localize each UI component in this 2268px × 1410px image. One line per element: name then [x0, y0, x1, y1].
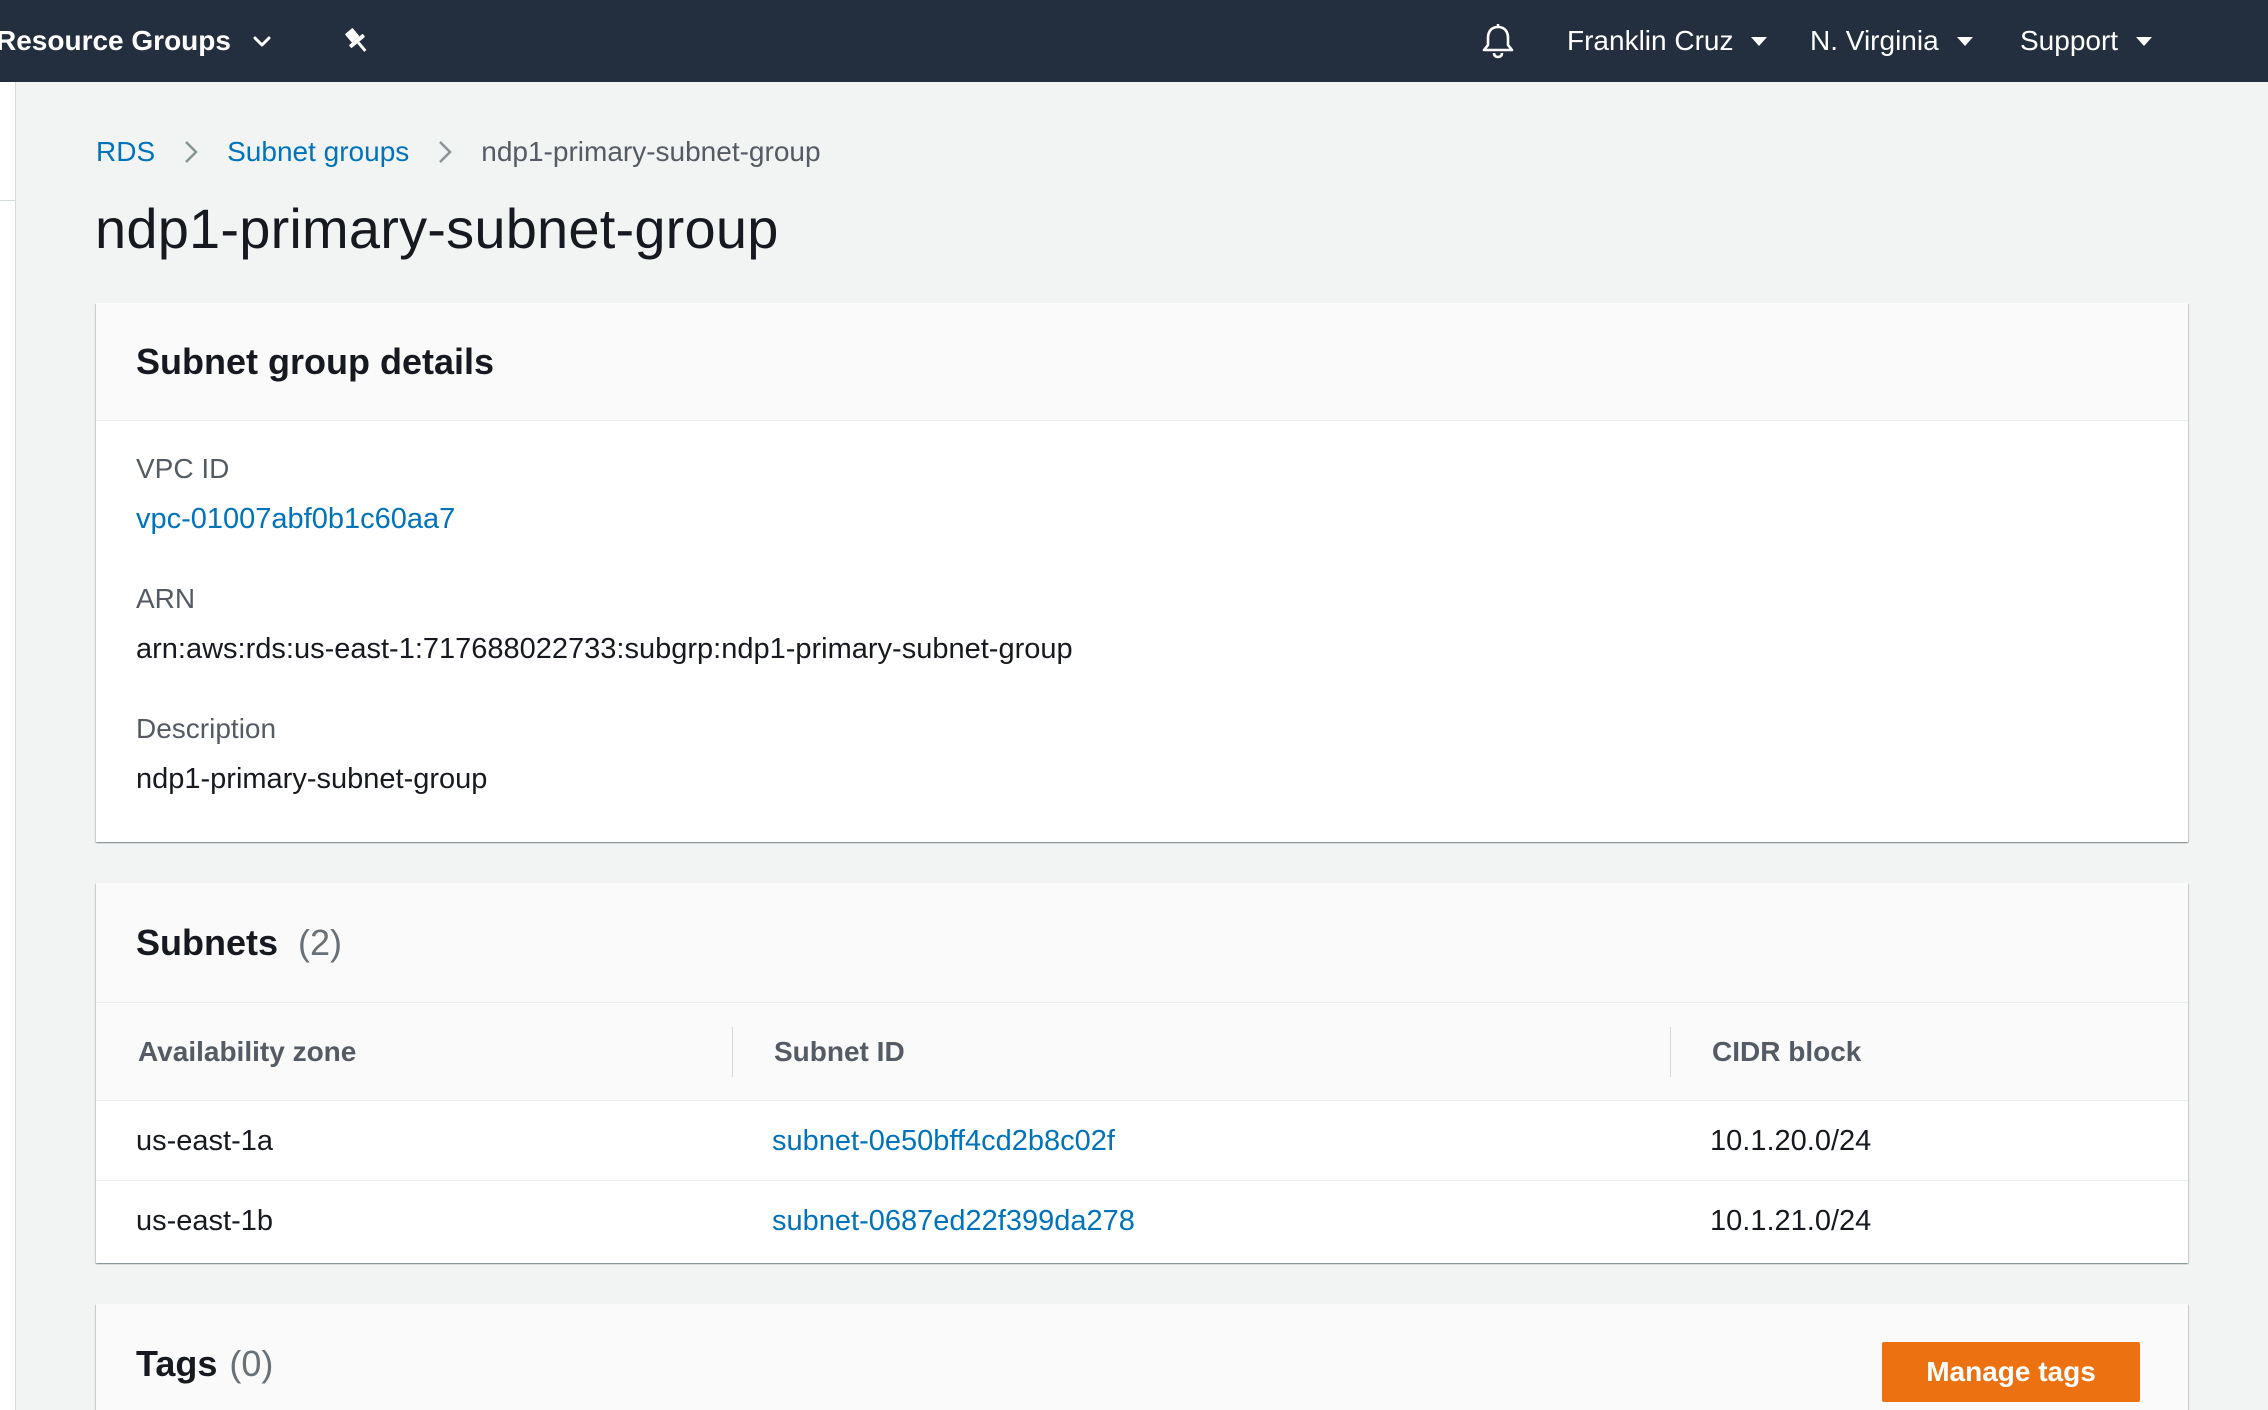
- region-name: N. Virginia: [1810, 25, 1939, 56]
- breadcrumb-rds-link[interactable]: RDS: [96, 136, 155, 168]
- subnets-table: Availability zone Subnet ID CIDR block u…: [96, 1003, 2188, 1261]
- column-header-availability-zone[interactable]: Availability zone: [138, 1003, 356, 1101]
- page-title: ndp1-primary-subnet-group: [95, 197, 779, 260]
- subnets-count: (2): [298, 921, 343, 963]
- column-divider: [732, 1027, 733, 1077]
- chevron-right-icon: [181, 137, 201, 167]
- tags-header: Tags (0): [96, 1304, 2188, 1410]
- chevron-down-icon: [253, 36, 271, 47]
- side-nav-divider: [0, 200, 16, 201]
- support-label: Support: [2020, 25, 2119, 56]
- subnets-heading: Subnets: [136, 921, 279, 963]
- description-label: Description: [136, 713, 277, 744]
- subnet-group-details-panel: Subnet group details VPC ID vpc-01007abf…: [96, 303, 2188, 842]
- arn-label: ARN: [136, 583, 196, 614]
- subnets-panel: Subnets (2) Availability zone Subnet ID …: [96, 883, 2188, 1263]
- vpc-id-label: VPC ID: [136, 453, 230, 484]
- nav-edge: [2262, 0, 2268, 82]
- column-divider: [1670, 1027, 1671, 1077]
- chevron-right-icon: [435, 137, 455, 167]
- manage-tags-button[interactable]: Manage tags: [1882, 1342, 2140, 1402]
- vpc-id-field: VPC ID vpc-01007abf0b1c60aa7: [136, 453, 455, 536]
- breadcrumb-subnet-groups-link[interactable]: Subnet groups: [227, 136, 409, 168]
- breadcrumb: RDS Subnet groups ndp1-primary-subnet-gr…: [96, 130, 821, 174]
- collapsed-side-navigation[interactable]: [0, 82, 16, 1410]
- column-header-cidr-block[interactable]: CIDR block: [1712, 1003, 1861, 1101]
- cell-cidr-block: 10.1.20.0/24: [1710, 1124, 1872, 1157]
- pin-icon[interactable]: [340, 0, 374, 82]
- user-menu[interactable]: Franklin Cruz: [1567, 0, 1768, 82]
- tags-heading: Tags: [136, 1343, 218, 1384]
- caret-down-icon: [1751, 36, 1768, 46]
- details-header: Subnet group details: [96, 303, 2188, 421]
- table-row: us-east-1b subnet-0687ed22f399da278 10.1…: [96, 1181, 2188, 1261]
- subnets-header: Subnets (2): [96, 883, 2188, 1003]
- caret-down-icon: [1956, 36, 1973, 46]
- table-row: us-east-1a subnet-0e50bff4cd2b8c02f 10.1…: [96, 1101, 2188, 1181]
- breadcrumb-current: ndp1-primary-subnet-group: [481, 136, 821, 167]
- region-menu[interactable]: N. Virginia: [1810, 0, 1973, 82]
- column-header-subnet-id[interactable]: Subnet ID: [774, 1003, 905, 1101]
- cell-availability-zone: us-east-1a: [136, 1124, 274, 1157]
- cell-availability-zone: us-east-1b: [136, 1204, 274, 1237]
- bell-icon: [1482, 24, 1514, 59]
- cell-subnet-id-link[interactable]: subnet-0e50bff4cd2b8c02f: [772, 1101, 1115, 1181]
- vpc-id-link[interactable]: vpc-01007abf0b1c60aa7: [136, 503, 455, 536]
- pin-icon-glyph: [345, 28, 367, 52]
- arn-value: arn:aws:rds:us-east-1:717688022733:subgr…: [136, 633, 1073, 665]
- resource-groups-menu[interactable]: Resource Groups: [0, 0, 273, 82]
- cell-cidr-block: 10.1.21.0/24: [1710, 1204, 1872, 1237]
- tags-count: (0): [229, 1343, 274, 1384]
- description-field: Description ndp1-primary-subnet-group: [136, 713, 487, 796]
- description-value: ndp1-primary-subnet-group: [136, 763, 488, 795]
- caret-down-icon: [2136, 36, 2153, 46]
- top-navigation-bar: Resource Groups Franklin Cruz N. Virgini…: [0, 0, 2268, 82]
- table-header-row: Availability zone Subnet ID CIDR block: [96, 1003, 2188, 1101]
- resource-groups-label: Resource Groups: [0, 25, 231, 56]
- user-name: Franklin Cruz: [1567, 25, 1734, 56]
- cell-subnet-id-link[interactable]: subnet-0687ed22f399da278: [772, 1181, 1135, 1261]
- notifications-bell-icon[interactable]: [1478, 0, 1518, 82]
- arn-field: ARN arn:aws:rds:us-east-1:717688022733:s…: [136, 583, 1073, 666]
- details-heading: Subnet group details: [136, 340, 495, 382]
- support-menu[interactable]: Support: [2020, 0, 2153, 82]
- tags-panel: Tags (0) Manage tags: [96, 1304, 2188, 1410]
